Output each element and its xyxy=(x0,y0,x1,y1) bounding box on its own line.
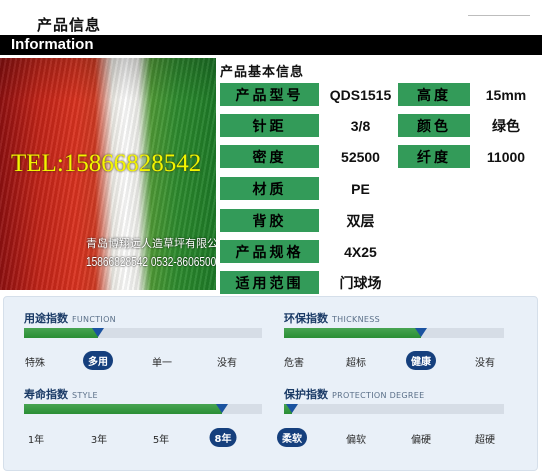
protection-index-subtitle: PROTECTION DEGREE xyxy=(332,391,425,400)
life-tick-1: 3年 xyxy=(90,435,108,446)
spec-value-material: PE xyxy=(351,180,370,197)
life-index-fill xyxy=(24,404,222,414)
spec-value-backing: 双层 xyxy=(346,213,375,230)
information-banner-text: Information xyxy=(11,36,94,53)
spec-value-size: 4X25 xyxy=(344,243,377,260)
spec-label-density: 密度 xyxy=(220,145,319,168)
photo-company-name: 青岛博翔远人造草坪有限公司 xyxy=(86,237,216,250)
eco-index-fill xyxy=(284,328,421,338)
spec-value-density: 52500 xyxy=(341,148,380,165)
usage-tick-0: 特殊 xyxy=(25,358,45,369)
life-tick-0: 1年 xyxy=(27,435,45,446)
photo-telephone-watermark: TEL:15866828542 xyxy=(11,150,202,177)
eco-tick-3: 没有 xyxy=(475,358,495,369)
usage-index-subtitle: FUNCTION xyxy=(72,315,116,324)
life-index-subtitle: STYLE xyxy=(72,391,98,400)
life-index-label: 寿命指数 xyxy=(24,388,68,401)
spec-value-application: 门球场 xyxy=(339,275,382,292)
protection-index-label: 保护指数 xyxy=(284,388,328,401)
photo-phone-numbers: 15866828542 0532-86065009 xyxy=(86,254,216,269)
protection-index-title: 保护指数 PROTECTION DEGREE xyxy=(284,386,424,402)
spec-label-application: 适用范围 xyxy=(220,271,319,294)
usage-index-title: 用途指数 FUNCTION xyxy=(24,310,116,326)
eco-tick-1: 超标 xyxy=(346,358,366,369)
protection-index-track xyxy=(284,404,504,414)
spec-label-dtex: 纤度 xyxy=(398,145,470,168)
protection-tick-1: 偏软 xyxy=(346,435,366,446)
eco-index-label: 环保指数 xyxy=(284,312,328,325)
eco-tick-2-selected: 健康 xyxy=(406,351,436,370)
eco-index-subtitle: THICKNESS xyxy=(332,315,380,324)
spec-heading: 产品基本信息 xyxy=(220,65,305,80)
usage-index-marker xyxy=(92,328,104,337)
product-photo: TEL:15866828542 青岛博翔远人造草坪有限公司 1586682854… xyxy=(0,58,216,290)
protection-tick-3: 超硬 xyxy=(475,435,495,446)
spec-label-backing: 背胶 xyxy=(220,209,319,232)
spec-label-material: 材质 xyxy=(220,177,319,200)
usage-tick-3: 没有 xyxy=(217,358,237,369)
spec-label-gauge: 针距 xyxy=(220,114,319,137)
usage-tick-2: 单一 xyxy=(152,358,172,369)
life-tick-2: 5年 xyxy=(152,435,170,446)
spec-label-size: 产品规格 xyxy=(220,240,319,263)
spec-value-model: QDS1515 xyxy=(329,86,392,103)
information-banner: Information xyxy=(0,35,542,55)
life-tick-3-selected: 8年 xyxy=(209,428,237,447)
eco-index-marker xyxy=(415,328,427,337)
usage-index-label: 用途指数 xyxy=(24,312,68,325)
life-index-title: 寿命指数 STYLE xyxy=(24,386,98,402)
protection-tick-2: 偏硬 xyxy=(411,435,431,446)
eco-tick-0: 危害 xyxy=(284,358,304,369)
spec-value-dtex: 11000 xyxy=(486,148,526,165)
usage-index-fill xyxy=(24,328,98,338)
life-index-marker xyxy=(216,404,228,413)
spec-label-height: 高度 xyxy=(398,83,470,106)
spec-value-gauge: 3/8 xyxy=(350,117,371,134)
protection-index-marker xyxy=(286,404,298,413)
page-title: 产品信息 xyxy=(37,16,102,34)
spec-value-color: 绿色 xyxy=(492,118,520,135)
usage-tick-1-selected: 多用 xyxy=(83,351,113,370)
spec-label-color: 颜色 xyxy=(398,114,470,137)
spec-value-height: 15mm xyxy=(485,86,527,103)
title-divider xyxy=(468,15,530,16)
spec-label-model: 产品型号 xyxy=(220,83,319,106)
eco-index-title: 环保指数 THICKNESS xyxy=(284,310,380,326)
protection-tick-0-selected: 柔软 xyxy=(277,428,307,447)
